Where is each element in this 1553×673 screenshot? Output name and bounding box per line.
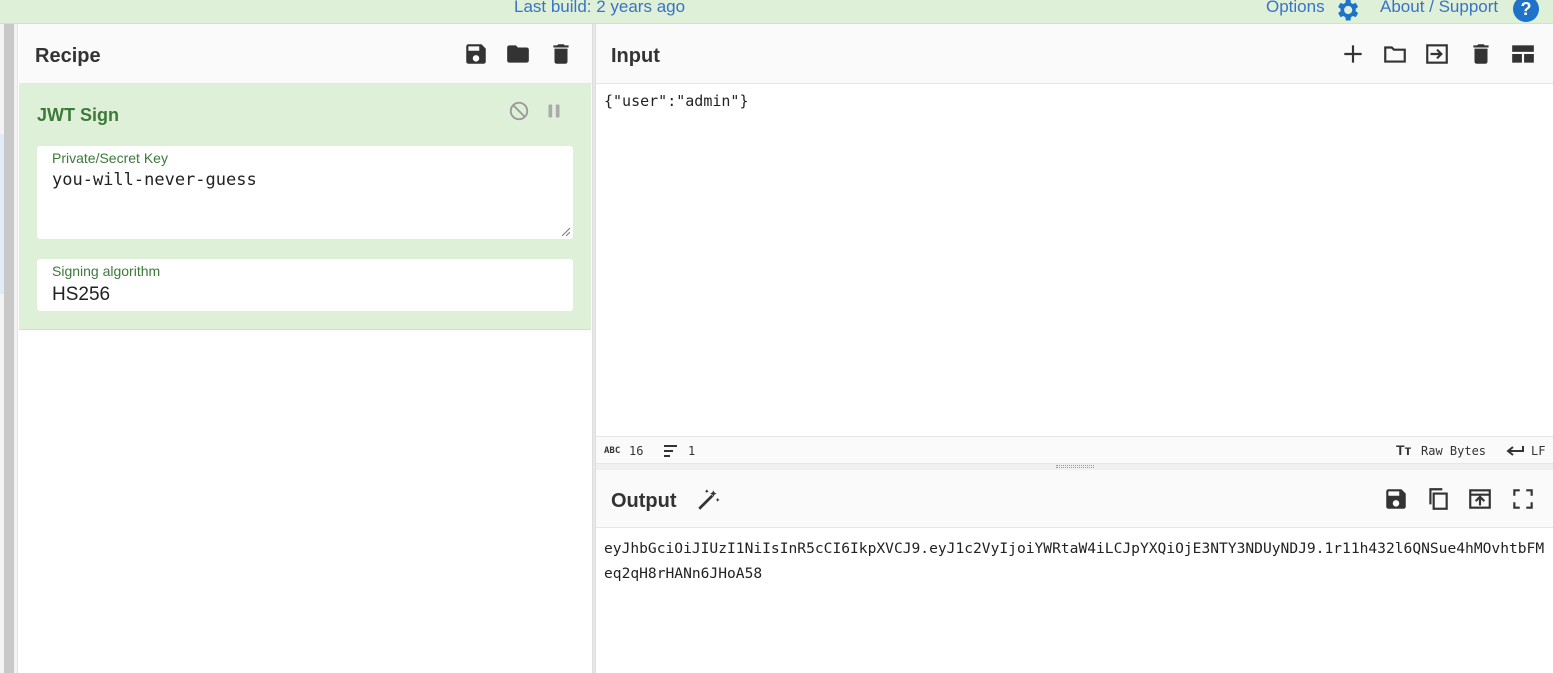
input-header: Input — [596, 24, 1553, 84]
signing-algorithm-label: Signing algorithm — [52, 263, 161, 279]
folder-icon[interactable] — [505, 41, 531, 67]
eol-label[interactable]: LF — [1531, 444, 1545, 458]
input-status-bar: ABC 16 1 Tт Raw Bytes LF — [596, 436, 1553, 464]
output-header: Output — [596, 470, 1553, 528]
char-count: 16 — [629, 444, 644, 458]
operations-scrollbar[interactable] — [4, 24, 14, 673]
pause-icon[interactable] — [543, 100, 565, 122]
input-text[interactable]: {"user":"admin"} — [604, 92, 749, 110]
top-banner: Last build: 2 years ago Options About / … — [0, 0, 1553, 24]
input-panel: Input {"user":"admin"} — [596, 24, 1553, 436]
secret-key-label: Private/Secret Key — [52, 150, 168, 166]
disable-icon[interactable] — [508, 100, 530, 122]
jwt-sign-operation[interactable]: JWT Sign Private/Secret Key you-will-nev… — [19, 84, 591, 330]
chars-icon: ABC — [604, 446, 621, 456]
layout-icon[interactable] — [1510, 41, 1536, 67]
encoding-label[interactable]: Raw Bytes — [1421, 444, 1486, 458]
signing-algorithm-value[interactable]: HS256 — [52, 284, 110, 306]
operation-title: JWT Sign — [37, 105, 119, 125]
help-icon[interactable]: ? — [1513, 0, 1539, 22]
about-support-link[interactable]: About / Support — [1380, 0, 1498, 17]
save-icon[interactable] — [463, 41, 489, 67]
output-title: Output — [611, 490, 677, 512]
recipe-panel: Recipe JWT Sign Private/Secret Key you-w… — [19, 24, 592, 673]
lines-icon — [664, 445, 677, 457]
last-build-text: Last build: 2 years ago — [514, 0, 686, 16]
output-text[interactable]: eyJhbGciOiJIUzI1NiIsInR5cCI6IkpXVCJ9.eyJ… — [604, 536, 1549, 586]
output-panel: Output eyJhbGciOiJIUzI1NiIsInR5cCI6IkpXV… — [596, 470, 1553, 673]
secret-key-value[interactable]: you-will-never-guess — [52, 170, 257, 190]
signing-algorithm-field[interactable]: Signing algorithm HS256 — [37, 259, 573, 311]
input-title: Input — [611, 45, 660, 67]
folder-icon[interactable] — [1382, 41, 1408, 67]
recipe-header: Recipe — [19, 24, 592, 84]
send-to-input-icon[interactable] — [1467, 486, 1493, 512]
secret-key-field[interactable]: Private/Secret Key you-will-never-guess — [37, 146, 573, 239]
recipe-title: Recipe — [35, 45, 101, 67]
operations-gutter — [0, 24, 18, 673]
trash-icon[interactable] — [1468, 41, 1494, 67]
text-size-icon: Tт — [1396, 442, 1412, 458]
operations-highlight — [0, 134, 4, 294]
options-link[interactable]: Options — [1266, 0, 1325, 17]
resize-handle-icon[interactable] — [560, 226, 570, 236]
copy-icon[interactable] — [1425, 486, 1451, 512]
fullscreen-icon[interactable] — [1510, 486, 1536, 512]
trash-icon[interactable] — [548, 41, 574, 67]
save-icon[interactable] — [1383, 486, 1409, 512]
import-icon[interactable] — [1424, 41, 1450, 67]
plus-icon[interactable] — [1340, 41, 1366, 67]
eol-icon — [1506, 446, 1524, 456]
line-count: 1 — [688, 444, 696, 458]
magic-wand-icon[interactable] — [696, 486, 722, 512]
